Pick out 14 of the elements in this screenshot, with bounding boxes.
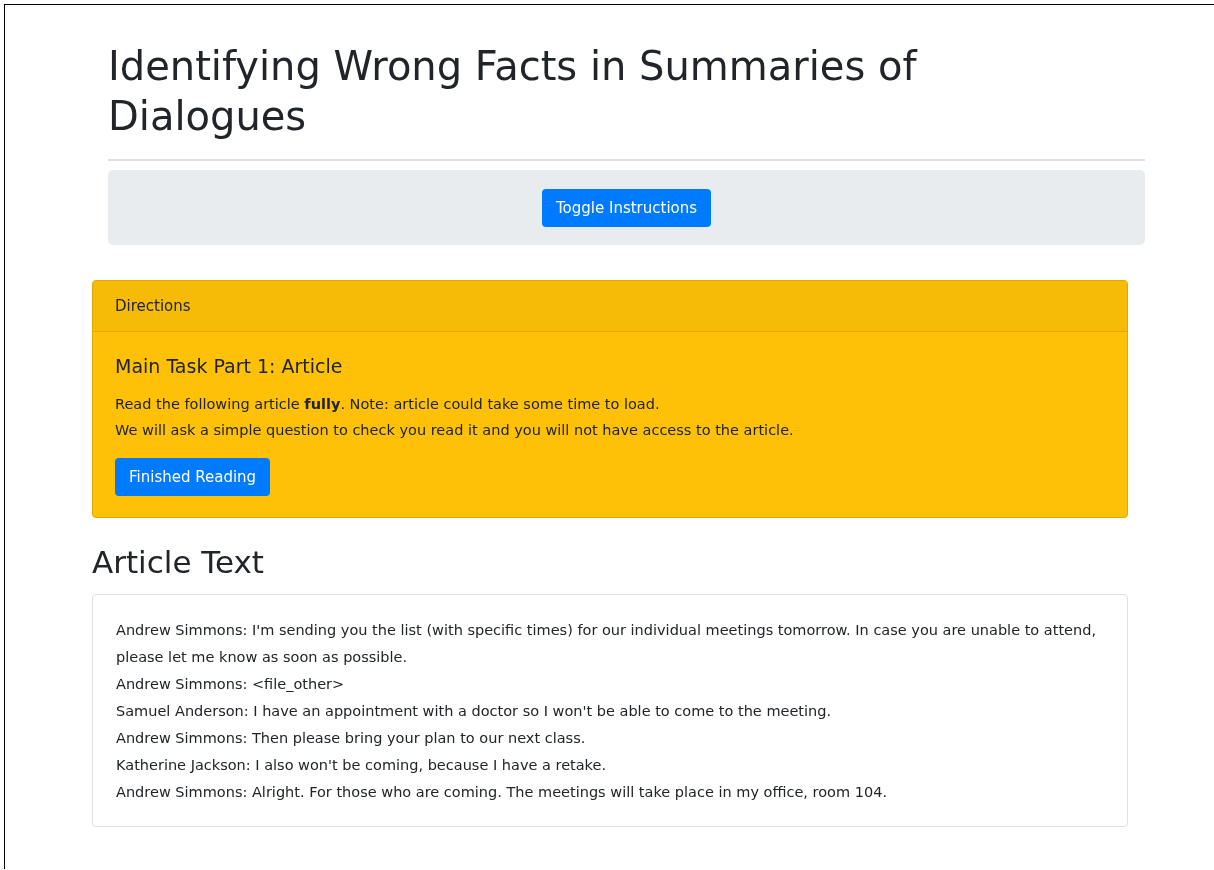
dialogue-line: Andrew Simmons: Alright. For those who are coming. The meetings will take place in my office, room 104. xyxy=(116,783,888,802)
direction-text: Read the following article fully. Note: article could take some time to load. xyxy=(115,395,661,414)
finished-reading-button[interactable]: Finished Reading xyxy=(115,458,271,496)
article-heading: Article Text xyxy=(92,544,265,580)
task-heading: Main Task Part 1: Article xyxy=(115,355,344,377)
toggle-instructions-button[interactable]: Toggle Instructions xyxy=(541,188,712,227)
card-header-text: Directions xyxy=(115,297,191,315)
dialogue-line: Andrew Simmons: <file_other> xyxy=(116,675,346,694)
page-title: Identifying Wrong Facts in Summaries of Dialogues xyxy=(108,42,919,141)
dialogue-line: Katherine Jackson: I also won't be coming, because I have a retake. xyxy=(116,756,608,775)
dialogue-line: Andrew Simmons: I'm sending you the list (with specific times) for our individual meetings tomorrow. In case you are unable to attend, please let me know as soon as possible. xyxy=(116,621,1098,667)
direction-text: We will ask a simple question to check you read it and you will not have access to the article. xyxy=(115,421,795,440)
dialogue-line: Samuel Anderson: I have an appointment with a doctor so I won't be able to come to the meeting. xyxy=(116,702,833,721)
dialogue-line: Andrew Simmons: Then please bring your plan to our next class. xyxy=(116,729,587,748)
